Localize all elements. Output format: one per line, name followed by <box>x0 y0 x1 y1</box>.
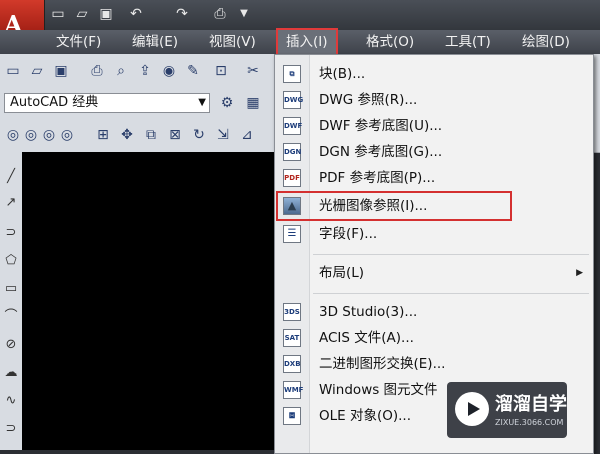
watermark-subtitle: ZIXUE.3066.COM <box>495 418 564 427</box>
copy-icon[interactable]: ✥ <box>118 126 136 144</box>
menu-file[interactable]: 文件(F) <box>56 30 101 54</box>
gear-icon[interactable]: ⚙ <box>218 94 236 112</box>
menu-view[interactable]: 视图(V) <box>209 30 256 54</box>
draw-toolbar: ╱ ↗ ⊃ ⬠ ▭ ⌒ ⊘ ☁ ∿ ⊃ <box>0 152 23 450</box>
line-icon[interactable]: ╱ <box>2 168 20 186</box>
workspace-select[interactable]: AutoCAD 经典 ▼ <box>4 93 210 113</box>
rotate-icon[interactable]: ↻ <box>190 126 208 144</box>
chevron-down-icon[interactable]: ▼ <box>236 6 252 22</box>
new-file-icon[interactable]: ▭ <box>4 62 22 80</box>
stretch-icon[interactable]: ⧉ <box>142 126 160 144</box>
menu-item-label: 二进制图形交换(E)... <box>319 356 446 372</box>
watermark-title: 溜溜自学 <box>495 394 567 415</box>
scale-icon[interactable]: ⇲ <box>214 126 232 144</box>
highlight-box <box>276 191 512 221</box>
menu-separator <box>313 254 589 255</box>
menu-item-block[interactable]: ⧉ 块(B)... <box>275 61 593 87</box>
menu-insert[interactable]: 插入(I) <box>276 28 338 56</box>
chevron-down-icon: ▼ <box>198 97 206 108</box>
menu-item-dwg-reference[interactable]: DWG DWG 参照(R)... <box>275 87 593 113</box>
circle-icon[interactable]: ⊘ <box>2 336 20 354</box>
dgn-icon: DGN <box>283 143 301 161</box>
pdf-icon: PDF <box>283 169 301 187</box>
polygon-icon[interactable]: ⬠ <box>2 252 20 270</box>
save-icon[interactable]: ▣ <box>98 6 114 22</box>
menu-item-dwf-underlay[interactable]: DWF DWF 参考底图(U)... <box>275 113 593 139</box>
block-icon: ⧉ <box>283 65 301 83</box>
layer-state-icon[interactable]: ◎ <box>4 126 22 144</box>
3ds-icon: 3DS <box>283 303 301 321</box>
acis-icon: SAT <box>283 329 301 347</box>
redo-icon[interactable]: ↷ <box>174 6 190 22</box>
layer-freeze-icon[interactable]: ◎ <box>22 126 40 144</box>
arc-icon[interactable]: ⌒ <box>2 308 20 326</box>
menu-item-binary-drawing-exchange[interactable]: DXB 二进制图形交换(E)... <box>275 351 593 377</box>
play-icon <box>455 392 489 426</box>
ellipse-icon[interactable]: ⊃ <box>2 420 20 438</box>
move-icon[interactable]: ⊞ <box>94 126 112 144</box>
field-icon: ☰ <box>283 225 301 243</box>
publish-icon[interactable]: ⇪ <box>136 62 154 80</box>
save-icon[interactable]: ▣ <box>52 62 70 80</box>
menu-item-label: 字段(F)... <box>319 226 378 242</box>
3d-dwf-icon[interactable]: ◉ <box>160 62 178 80</box>
workspace-value: AutoCAD 经典 <box>10 95 99 110</box>
workspace-settings-icon[interactable]: ▦ <box>244 94 262 112</box>
print-icon[interactable]: ⎙ <box>212 6 228 22</box>
menu-item-label: PDF 参考底图(P)... <box>319 170 436 186</box>
chevron-right-icon: ▶ <box>576 268 583 278</box>
menu-item-label: DWG 参照(R)... <box>319 92 418 108</box>
menu-draw[interactable]: 绘图(D) <box>522 30 570 54</box>
drawing-canvas[interactable] <box>22 152 282 450</box>
menu-item-layout[interactable]: 布局(L) ▶ <box>275 260 593 286</box>
menu-item-label: DGN 参考底图(G)... <box>319 144 443 160</box>
dxb-icon: DXB <box>283 355 301 373</box>
print-icon[interactable]: ⎙ <box>88 62 106 80</box>
watermark-logo: 溜溜自学 ZIXUE.3066.COM <box>447 382 567 438</box>
menu-item-acis-file[interactable]: SAT ACIS 文件(A)... <box>275 325 593 351</box>
quick-access-toolbar: ▭ ▱ ▣ ↶ ↷ ⎙ ▼ <box>0 0 600 30</box>
layer-lock-icon[interactable]: ◎ <box>40 126 58 144</box>
layer-color-icon[interactable]: ◎ <box>58 126 76 144</box>
menu-tools[interactable]: 工具(T) <box>445 30 491 54</box>
open-folder-icon[interactable]: ▱ <box>28 62 46 80</box>
print-preview-icon[interactable]: ⌕ <box>112 62 130 80</box>
menu-item-field[interactable]: ☰ 字段(F)... <box>275 221 593 247</box>
markup-icon[interactable]: ⊡ <box>212 62 230 80</box>
rectangle-icon[interactable]: ▭ <box>2 280 20 298</box>
menu-item-label: DWF 参考底图(U)... <box>319 118 443 134</box>
sheet-set-icon[interactable]: ✎ <box>184 62 202 80</box>
ole-icon: ⧈ <box>283 407 301 425</box>
menu-item-label: 块(B)... <box>319 66 366 82</box>
dwf-icon: DWF <box>283 117 302 135</box>
menu-item-dgn-underlay[interactable]: DGN DGN 参考底图(G)... <box>275 139 593 165</box>
menu-separator <box>313 293 589 294</box>
open-folder-icon[interactable]: ▱ <box>74 6 90 22</box>
menu-item-label: 布局(L) <box>319 265 365 281</box>
menu-edit[interactable]: 编辑(E) <box>132 30 178 54</box>
revision-cloud-icon[interactable]: ☁ <box>2 364 20 382</box>
erase-icon[interactable]: ⊠ <box>166 126 184 144</box>
cut-icon[interactable]: ✂ <box>244 62 262 80</box>
menu-format[interactable]: 格式(O) <box>366 30 414 54</box>
undo-icon[interactable]: ↶ <box>128 6 144 22</box>
construction-line-icon[interactable]: ↗ <box>2 194 20 212</box>
wmf-icon: WMF <box>283 381 303 399</box>
menu-item-label: 3D Studio(3)... <box>319 304 418 320</box>
dwg-icon: DWG <box>283 91 303 109</box>
menu-item-3d-studio[interactable]: 3DS 3D Studio(3)... <box>275 299 593 325</box>
menu-item-label: OLE 对象(O)... <box>319 408 412 424</box>
new-file-icon[interactable]: ▭ <box>50 6 66 22</box>
spline-icon[interactable]: ∿ <box>2 392 20 410</box>
menu-item-label: ACIS 文件(A)... <box>319 330 414 346</box>
mirror-icon[interactable]: ⊿ <box>238 126 256 144</box>
menu-item-pdf-underlay[interactable]: PDF PDF 参考底图(P)... <box>275 165 593 191</box>
menu-item-label: Windows 图元文件 <box>319 382 438 398</box>
polyline-icon[interactable]: ⊃ <box>2 224 20 242</box>
menu-bar: 文件(F) 编辑(E) 视图(V) 插入(I) 格式(O) 工具(T) 绘图(D… <box>0 28 600 56</box>
